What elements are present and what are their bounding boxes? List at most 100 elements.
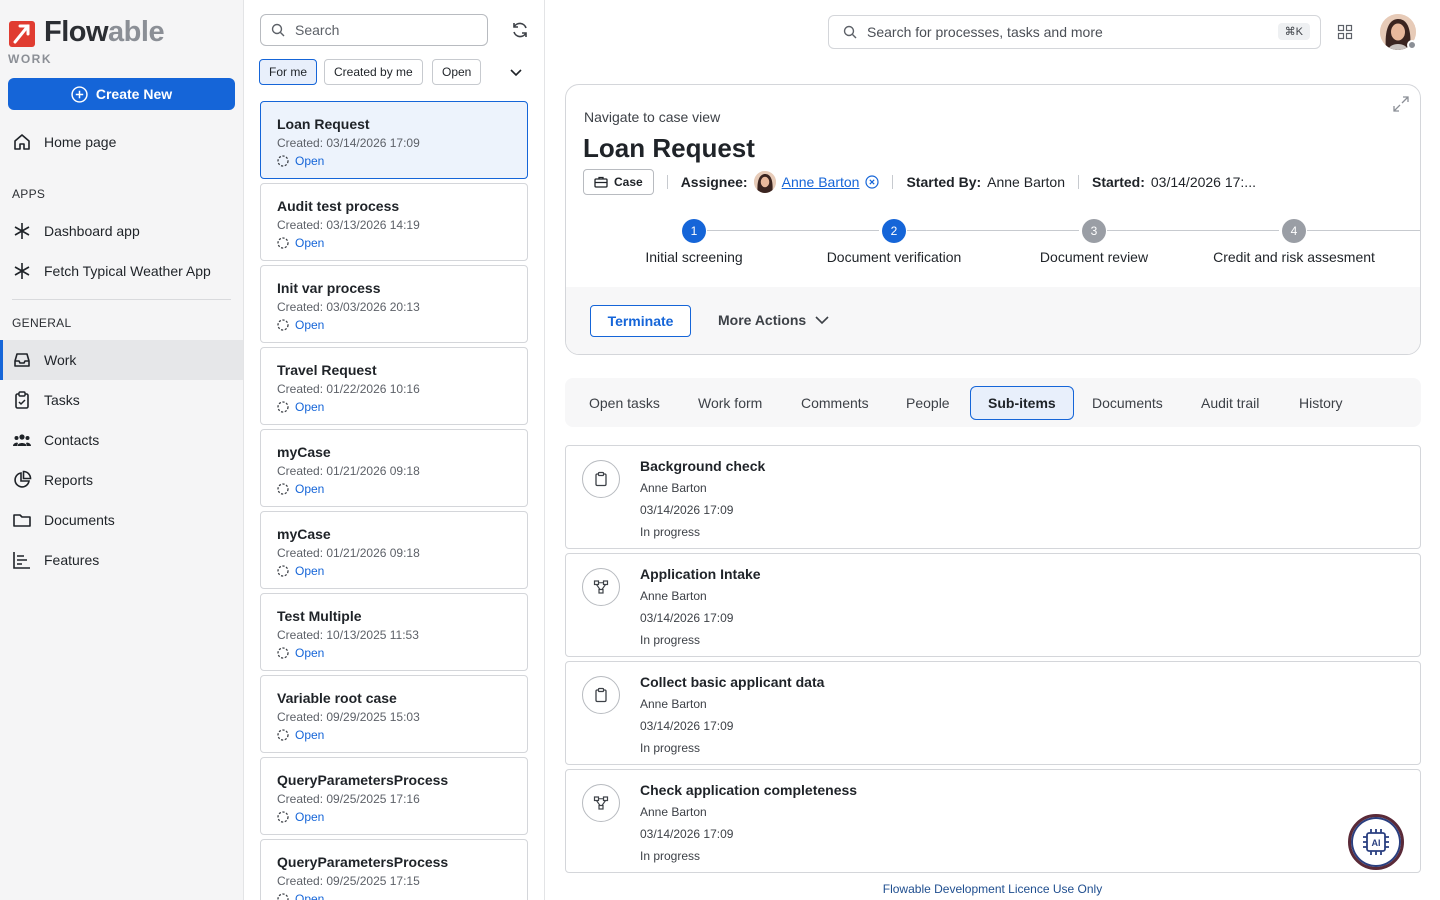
case-list-item[interactable]: Loan Request Created: 03/14/2026 17:09 Ope… [260, 101, 528, 179]
sub-item-icon [582, 460, 620, 498]
case-list-item-created: Created: 09/25/2025 17:15 [277, 874, 420, 888]
navigate-to-case-link[interactable]: Navigate to case view [584, 109, 720, 125]
status-label: Open [295, 154, 325, 168]
step-1-label: Initial screening [645, 249, 743, 265]
tab-history[interactable]: History [1282, 386, 1360, 420]
ai-chip-icon: AI [1363, 829, 1389, 855]
case-list-item-status: Open [277, 317, 511, 333]
sub-item-title: Application Intake [640, 566, 761, 582]
sub-item-row[interactable]: Application Intake Anne Barton 03/14/2026 … [565, 553, 1421, 657]
sub-item-date: 03/14/2026 17:09 [640, 503, 734, 517]
case-list-item-title: Test Multiple [277, 608, 362, 624]
tab-people[interactable]: People [889, 386, 967, 420]
step-3-label: Document review [1039, 249, 1149, 265]
assignee-label: Assignee: [680, 174, 748, 190]
refresh-icon[interactable] [510, 20, 530, 40]
filter-created-by-me[interactable]: Created by me [324, 59, 423, 85]
sub-item-date: 03/14/2026 17:09 [640, 611, 734, 625]
sidebar-item-contacts[interactable]: Contacts [0, 420, 243, 460]
status-label: Open [295, 318, 325, 332]
sub-item-date: 03/14/2026 17:09 [640, 827, 734, 841]
sub-item-row[interactable]: Background check Anne Barton 03/14/2026 17… [565, 445, 1421, 549]
case-list-item[interactable]: QueryParametersProcess Created: 09/25/202… [260, 757, 528, 835]
terminate-button[interactable]: Terminate [590, 305, 691, 337]
tab-comments[interactable]: Comments [784, 386, 886, 420]
apps-grid-icon[interactable] [1337, 24, 1353, 40]
case-list-item-created: Created: 09/29/2025 15:03 [277, 710, 420, 724]
chevron-down-icon[interactable] [508, 64, 524, 80]
case-list-item-status: Open [277, 235, 511, 251]
search-icon [271, 23, 285, 37]
sub-item-user: Anne Barton [640, 481, 707, 495]
brand-name: Flowable [44, 16, 165, 48]
case-list-item[interactable]: Init var process Created: 03/03/2026 20:1… [260, 265, 528, 343]
flowable-logo[interactable]: Flowable [8, 16, 165, 49]
meta-separator [1077, 175, 1079, 189]
asterisk-icon [12, 221, 32, 241]
ai-assistant-button[interactable]: AI [1348, 814, 1404, 870]
case-list-item[interactable]: Audit test process Created: 03/13/2026 14… [260, 183, 528, 261]
sub-item-row[interactable]: Check application completeness Anne Barto… [565, 769, 1421, 873]
sidebar-item-work[interactable]: Work [0, 340, 243, 380]
tab-work-form[interactable]: Work form [681, 386, 779, 420]
tab-audit-trail[interactable]: Audit trail [1184, 386, 1276, 420]
expand-icon[interactable] [1392, 95, 1410, 113]
case-list-item[interactable]: Test Multiple Created: 10/13/2025 11:53 Op… [260, 593, 528, 671]
started-by-label: Started By: [906, 174, 982, 190]
sidebar-item-reports[interactable]: Reports [0, 460, 243, 500]
sidebar-item-documents[interactable]: Documents [0, 500, 243, 540]
case-list-item-status: Open [277, 727, 511, 743]
case-list-item[interactable]: Variable root case Created: 09/29/2025 15… [260, 675, 528, 753]
case-list-item[interactable]: myCase Created: 01/21/2026 09:18 Open [260, 429, 528, 507]
case-list-item-title: Init var process [277, 280, 381, 296]
started-label: Started: [1091, 174, 1145, 190]
case-list-item-status: Open [277, 153, 511, 169]
status-open-icon [277, 811, 289, 823]
search-icon [843, 25, 857, 39]
remove-assignee-icon[interactable] [865, 175, 880, 189]
case-type-label: Case [614, 175, 643, 189]
general-heading: GENERAL [12, 316, 72, 330]
case-type-badge: Case [583, 169, 654, 195]
global-search-input[interactable]: Search for processes, tasks and more ⌘K [828, 15, 1321, 49]
sub-item-user: Anne Barton [640, 589, 707, 603]
tab-documents[interactable]: Documents [1075, 386, 1180, 420]
meta-separator [666, 175, 668, 189]
clipboard-icon [595, 471, 607, 487]
case-list-item-title: QueryParametersProcess [277, 854, 449, 870]
case-list-item[interactable]: QueryParametersProcess Created: 09/25/202… [260, 839, 528, 900]
create-new-button[interactable]: Create New [8, 78, 235, 110]
sidebar-item-features[interactable]: Features [0, 540, 243, 580]
assignee-link[interactable]: Anne Barton [782, 174, 860, 190]
step-connector [1307, 230, 1420, 231]
list-search-input[interactable]: Search [260, 14, 488, 46]
step-1-marker: 1 [682, 219, 706, 243]
meta-separator [892, 175, 894, 189]
sidebar-item-tasks[interactable]: Tasks [0, 380, 243, 420]
case-list-item-status: Open [277, 563, 511, 579]
sidebar-item-dashboard-app[interactable]: Dashboard app [0, 211, 243, 251]
sidebar-item-weather-app[interactable]: Fetch Typical Weather App [0, 251, 243, 291]
case-list-item-created: Created: 10/13/2025 11:53 [277, 628, 419, 642]
tab-open-tasks[interactable]: Open tasks [572, 386, 677, 420]
started-value: 03/14/2026 17:... [1150, 174, 1256, 190]
ai-chip-label: AI [1372, 838, 1381, 848]
chevron-down-icon [815, 316, 829, 325]
sidebar-item-home[interactable]: Home page [0, 122, 243, 162]
filter-for-me[interactable]: For me [259, 59, 318, 85]
folder-icon [12, 510, 32, 530]
sub-item-row[interactable]: Collect basic applicant data Anne Barton 0… [565, 661, 1421, 765]
status-label: Open [295, 810, 325, 824]
sub-item-title: Background check [640, 458, 766, 474]
filter-open[interactable]: Open [432, 59, 482, 85]
case-list-item[interactable]: Travel Request Created: 01/22/2026 10:16 O… [260, 347, 528, 425]
step-connector [907, 230, 1079, 231]
tab-sub-items[interactable]: Sub-items [970, 386, 1074, 420]
sub-item-status: In progress [640, 525, 701, 539]
sidebar-item-label: Contacts [44, 432, 100, 448]
process-icon [593, 580, 609, 594]
chart-icon [12, 470, 32, 490]
more-actions-button[interactable]: More Actions [718, 312, 830, 328]
case-list-item[interactable]: myCase Created: 01/21/2026 09:18 Open [260, 511, 528, 589]
brand-sub: WORK [8, 52, 52, 66]
